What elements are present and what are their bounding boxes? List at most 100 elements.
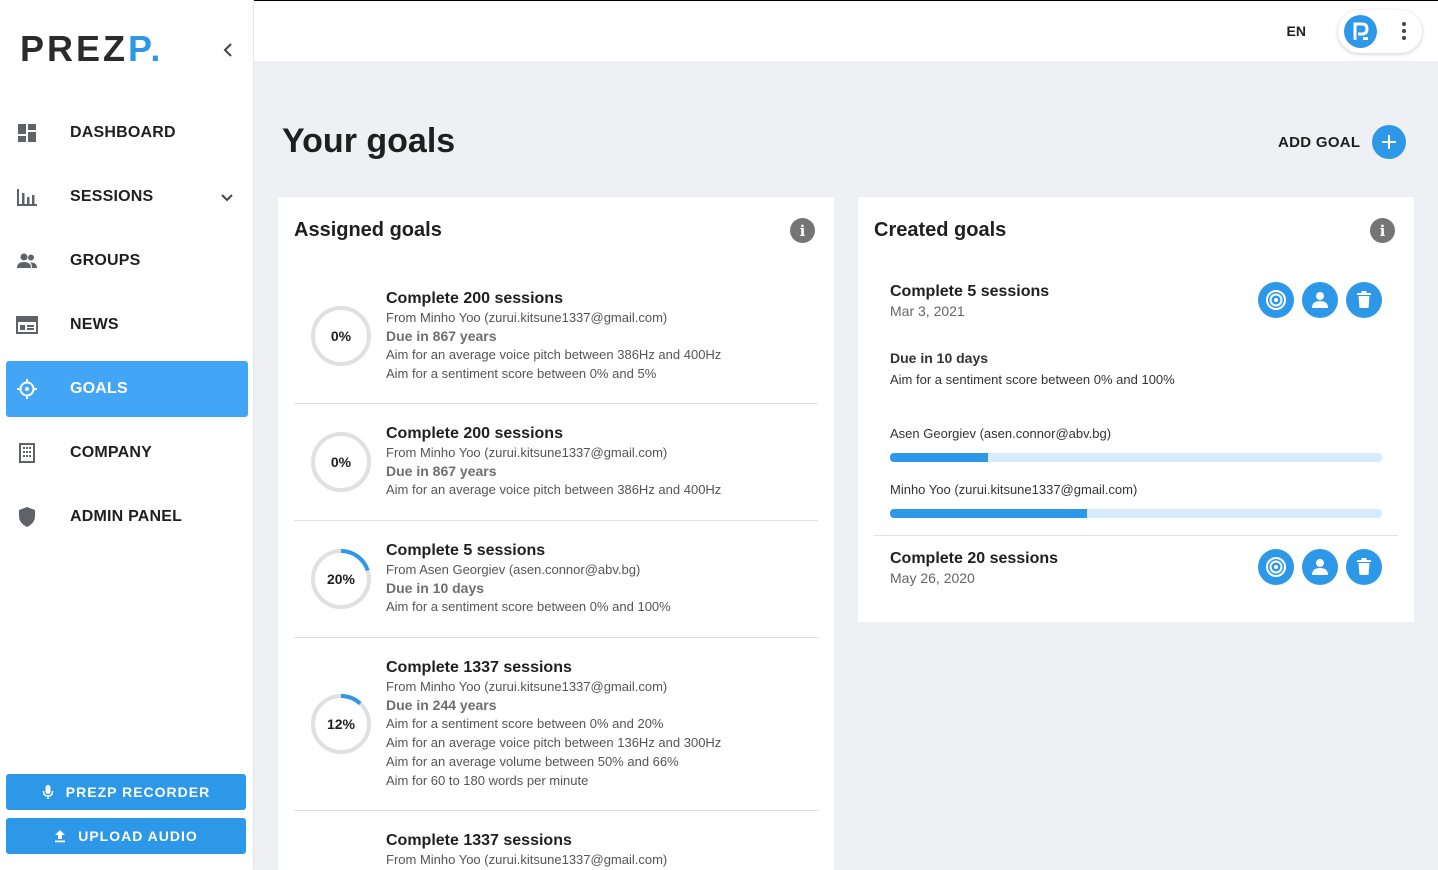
goal-details: Complete 1337 sessions From Minho Yoo (zu… (386, 831, 667, 869)
assigned-goal-row[interactable]: 0% Complete 200 sessions From Minho Yoo (z… (294, 404, 818, 521)
prezp-recorder-button[interactable]: PREZP RECORDER (6, 774, 246, 810)
user-menu[interactable] (1338, 10, 1422, 53)
info-icon[interactable]: i (1370, 218, 1395, 243)
building-icon (16, 442, 38, 464)
sidebar-item-label: DASHBOARD (70, 124, 176, 141)
assigned-goal-row[interactable]: 0% Complete 200 sessions From Minho Yoo (z… (294, 275, 818, 404)
target-button[interactable] (1258, 549, 1294, 585)
sidebar-item-company[interactable]: COMPANY (6, 425, 248, 481)
assigned-goals-card: Assigned goals i 0% Complete 200 sessions… (278, 197, 834, 870)
progress-label: 20% (326, 571, 356, 587)
sidebar: PREZP. DASHBOARD SESSIONS GROUPS NEWS GO… (0, 0, 254, 870)
trash-icon (1357, 558, 1371, 575)
progress-fill (890, 453, 989, 462)
collapse-sidebar-button[interactable] (216, 38, 240, 62)
sidebar-item-dashboard[interactable]: DASHBOARD (6, 105, 248, 161)
goal-criterion: Aim for a sentiment score between 0% and… (386, 716, 664, 731)
progress-fill (890, 509, 1087, 518)
sidebar-item-label: NEWS (70, 316, 119, 333)
sidebar-item-news[interactable]: NEWS (6, 297, 248, 353)
divider (874, 535, 1398, 536)
avatar (1344, 15, 1377, 48)
person-icon (1312, 559, 1328, 575)
created-goals-card: Created goals i Complete 5 sessions Mar … (858, 197, 1414, 622)
sidebar-item-label: GROUPS (70, 252, 141, 269)
chevron-down-icon[interactable] (216, 186, 238, 208)
goal-criterion: Aim for an average voice pitch between 3… (386, 482, 722, 497)
goal-criterion: Aim for an average voice pitch between 1… (386, 735, 722, 750)
created-goal-actions (1250, 549, 1382, 585)
created-goal-name[interactable]: Complete 20 sessions (890, 550, 1058, 568)
add-goal-button[interactable]: ADD GOAL (1278, 125, 1407, 159)
goal-assigner: From Asen Georgiev (asen.connor@abv.bg) (386, 562, 641, 577)
goal-details: Complete 200 sessions From Minho Yoo (zur… (386, 289, 721, 383)
goal-due: Due in 867 years (386, 328, 497, 344)
target-icon (1266, 557, 1286, 577)
goal-name: Complete 5 sessions (386, 542, 546, 559)
info-icon[interactable]: i (790, 218, 815, 243)
assignee-progress-bar (890, 509, 1382, 518)
assigned-goal-row[interactable]: 12% Complete 1337 sessions From Minho Yoo … (294, 638, 818, 811)
goal-due: Due in 10 days (386, 580, 485, 596)
top-bar: EN (254, 0, 1438, 61)
upload-audio-button[interactable]: UPLOAD AUDIO (6, 818, 246, 854)
sidebar-item-goals[interactable]: GOALS (6, 361, 248, 417)
goal-assigner: From Minho Yoo (zurui.kitsune1337@gmail.… (386, 852, 668, 867)
delete-button[interactable] (1346, 282, 1382, 318)
trash-icon (1357, 291, 1371, 308)
goal-criterion: Aim for a sentiment score between 0% and… (386, 366, 657, 381)
progress-ring: 20% (310, 548, 372, 610)
sidebar-nav: DASHBOARD SESSIONS GROUPS NEWS GOALS COM… (0, 105, 254, 553)
sidebar-item-label: COMPANY (70, 444, 152, 461)
progress-label: 0% (330, 328, 352, 344)
language-selector[interactable]: EN (1287, 23, 1306, 39)
goal-due: Due in 244 years (386, 697, 497, 713)
goal-assigner: From Minho Yoo (zurui.kitsune1337@gmail.… (386, 445, 668, 460)
goal-assigner: From Minho Yoo (zurui.kitsune1337@gmail.… (386, 679, 668, 694)
goal-details: Complete 5 sessions From Asen Georgiev (a… (386, 541, 671, 616)
assignee-progress-bar (890, 453, 1382, 462)
add-goal-label: ADD GOAL (1278, 133, 1361, 151)
dashboard-icon (16, 122, 38, 144)
sidebar-item-label: GOALS (70, 380, 128, 397)
goal-assigner: From Minho Yoo (zurui.kitsune1337@gmail.… (386, 310, 668, 325)
goal-name: Complete 200 sessions (386, 425, 563, 442)
chevron-left-icon (223, 43, 232, 57)
created-goals-title: Created goals (874, 219, 1007, 241)
delete-button[interactable] (1346, 549, 1382, 585)
crosshair-icon (16, 378, 38, 400)
assigned-goal-row[interactable]: 20% Complete 5 sessions From Asen Georgiev… (294, 521, 818, 638)
progress-label: 12% (326, 716, 356, 732)
created-goal-criteria: Aim for a sentiment score between 0% and… (890, 372, 1175, 387)
goal-name: Complete 200 sessions (386, 290, 563, 307)
created-goal-due: Due in 10 days (890, 350, 989, 366)
progress-label: 0% (330, 454, 352, 470)
target-button[interactable] (1258, 282, 1294, 318)
assigned-goal-row[interactable]: Complete 1337 sessions From Minho Yoo (zu… (294, 811, 818, 870)
progress-ring: 12% (310, 693, 372, 755)
assign-person-button[interactable] (1302, 549, 1338, 585)
more-vert-icon (1402, 22, 1406, 45)
goal-name: Complete 1337 sessions (386, 832, 572, 849)
sidebar-item-admin-panel[interactable]: ADMIN PANEL (6, 489, 248, 545)
created-goal-date: May 26, 2020 (890, 570, 975, 586)
plus-icon (1372, 125, 1407, 159)
assignee-name: Minho Yoo (zurui.kitsune1337@gmail.com) (890, 482, 1138, 497)
bar-chart-icon (16, 186, 38, 208)
news-icon (16, 314, 38, 336)
goal-details: Complete 200 sessions From Minho Yoo (zur… (386, 424, 721, 499)
sidebar-item-groups[interactable]: GROUPS (6, 233, 248, 289)
created-goal-name[interactable]: Complete 5 sessions (890, 283, 1049, 301)
sidebar-item-label: SESSIONS (70, 188, 154, 205)
created-goal-actions (1250, 282, 1382, 318)
assigned-goals-title: Assigned goals (294, 219, 442, 241)
goal-details: Complete 1337 sessions From Minho Yoo (zu… (386, 658, 721, 790)
progress-ring: 0% (310, 431, 372, 493)
goal-criterion: Aim for an average volume between 50% an… (386, 754, 679, 769)
page-title: Your goals (282, 122, 456, 160)
assign-person-button[interactable] (1302, 282, 1338, 318)
microphone-icon (42, 785, 54, 799)
sidebar-item-label: ADMIN PANEL (70, 508, 183, 525)
prezp-logo[interactable]: PREZP. (20, 28, 163, 70)
sidebar-item-sessions[interactable]: SESSIONS (6, 169, 248, 225)
